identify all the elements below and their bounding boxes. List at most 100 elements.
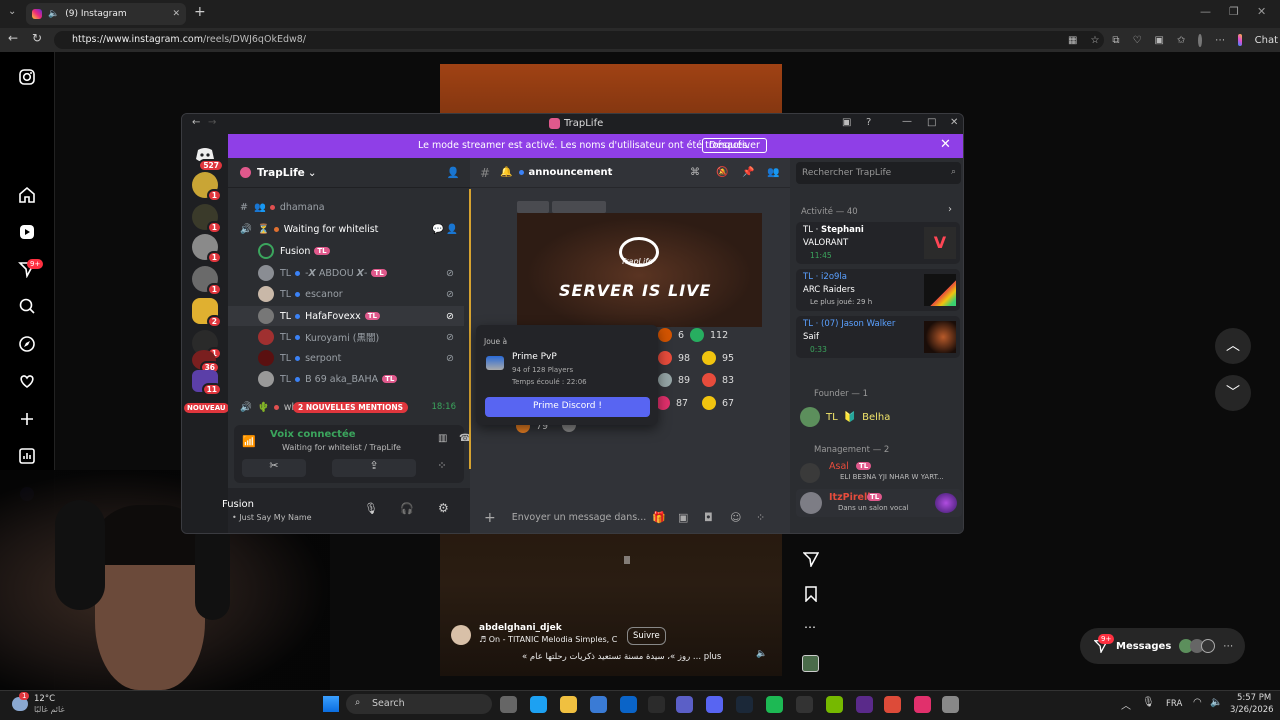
follow-button[interactable]: Suivre — [627, 627, 666, 645]
server-icon[interactable]: 1 — [192, 234, 222, 264]
reel-music[interactable]: ♬ On - TITANIC Melodia Simples, C — [479, 635, 639, 644]
steam-icon[interactable] — [736, 696, 753, 713]
xbox-icon[interactable] — [648, 696, 665, 713]
reel-user-avatar[interactable] — [451, 625, 471, 645]
voice-member[interactable]: TL serpont ⊘ — [228, 348, 464, 368]
explore-icon[interactable] — [18, 335, 36, 353]
voice-member[interactable]: TL Kuroyami (黒闇) ⊘ — [228, 327, 464, 347]
clock-time[interactable]: 5:57 PM — [1237, 693, 1271, 703]
chat-bubble-icon[interactable]: 💬 — [432, 224, 444, 235]
join-button[interactable]: Prime Discord ! — [485, 397, 650, 417]
message-composer[interactable]: + Envoyer un message dans... 🎁 ▣ ◘ ☺ ⁘ — [470, 500, 790, 533]
server-icon[interactable]: 2 — [192, 298, 222, 328]
voice-member[interactable]: TL HafaFovexx TL ⊘ — [228, 306, 464, 326]
channel-dhamana[interactable]: # 👥 dhamana — [228, 197, 464, 217]
maximize-button[interactable]: □ — [927, 117, 936, 128]
activity-card[interactable]: TL · Stephani VALORANT 11:45 V — [796, 222, 960, 264]
more-options-icon[interactable]: ⋯ — [804, 620, 816, 634]
heart-icon[interactable] — [18, 372, 36, 390]
server-icon[interactable]: 1 — [192, 266, 222, 296]
user-name[interactable]: Fusion — [222, 499, 254, 510]
search-box[interactable]: Rechercher TrapLife ⌕ — [796, 162, 961, 184]
noise-suppression-icon[interactable]: ▥ — [438, 433, 447, 444]
profile-avatar[interactable] — [1198, 33, 1203, 47]
volume-icon[interactable]: 🔈 — [1210, 697, 1222, 708]
user-status[interactable]: • Just Say My Name — [232, 513, 312, 522]
invite-people-icon[interactable]: 👤 — [447, 166, 460, 179]
sticker-icon[interactable]: ◘ — [704, 511, 713, 524]
save-bookmark-icon[interactable] — [804, 586, 818, 602]
mic-icon[interactable]: 🎙 — [1142, 697, 1155, 708]
new-mentions-pill[interactable]: 2 NOUVELLES MENTIONS — [293, 401, 409, 413]
speaker-icon[interactable]: 🔈 — [48, 9, 59, 19]
reaction[interactable]: 112 — [690, 328, 728, 342]
reload-icon[interactable]: ↻ — [32, 31, 42, 45]
url-field[interactable]: https://www.instagram.com/reels/DWJ6qOkE… — [54, 31, 1104, 49]
weather-temp[interactable]: 12°C — [34, 694, 55, 704]
add-user-icon[interactable]: 👤 — [446, 224, 458, 235]
forward-arrow-icon[interactable]: → — [208, 117, 216, 128]
disable-streamer-button[interactable]: Désactiver — [702, 138, 767, 153]
voice-member[interactable]: Fusion TL — [228, 241, 464, 261]
member-belha[interactable]: TL 🔰 Belha — [800, 406, 960, 428]
reaction[interactable]: 89 — [658, 373, 690, 387]
gift-icon[interactable]: 🎁 — [652, 511, 666, 524]
store-icon[interactable] — [590, 696, 607, 713]
restore-window-button[interactable]: ❐ — [1229, 5, 1239, 18]
clock-date[interactable]: 3/26/2026 — [1230, 705, 1274, 715]
chat-label[interactable]: Chat — [1255, 35, 1278, 46]
member-itzpirell[interactable]: ItzPirell TL Dans un salon vocal — [796, 489, 962, 517]
browser-essentials-icon[interactable]: ♡ — [1133, 35, 1142, 46]
voice-member[interactable]: TL escanor ⊘ — [228, 284, 464, 304]
screen-share-button[interactable]: ⇪ — [332, 459, 416, 477]
reaction[interactable]: 83 — [702, 373, 734, 387]
next-reel-button[interactable]: ﹀ — [1215, 375, 1251, 411]
more-menu-icon[interactable]: ⋯ — [1215, 35, 1225, 46]
settings-icon[interactable] — [942, 696, 959, 713]
server-icon[interactable]: 11 — [192, 370, 222, 396]
inbox-icon[interactable]: ▣ — [842, 117, 851, 128]
reaction[interactable]: 6 — [658, 328, 684, 342]
teams-icon[interactable] — [676, 696, 693, 713]
add-attachment-icon[interactable]: + — [484, 510, 496, 526]
new-badge[interactable]: NOUVEAU — [184, 403, 229, 413]
dashboard-icon[interactable] — [18, 447, 36, 465]
headphones-icon[interactable]: 🎧 — [400, 502, 414, 515]
voice-channel-path[interactable]: Waiting for whitelist / TrapLife — [282, 443, 401, 452]
voice-channel-waiting[interactable]: 🔊 ⏳ Waiting for whitelist 💬 👤 — [228, 219, 464, 239]
close-banner-icon[interactable]: ✕ — [940, 137, 951, 152]
settings-gear-icon[interactable]: ⚙ — [438, 501, 449, 515]
weather-desc[interactable]: غائم غالبًا — [34, 705, 65, 714]
spotify-icon[interactable] — [766, 696, 783, 713]
instagram-app-icon[interactable] — [914, 696, 931, 713]
member-asal[interactable]: Asal TL ELI BE3NA YJI NHAR W YART... — [800, 461, 960, 485]
help-icon[interactable]: ? — [866, 117, 871, 128]
copilot-icon[interactable] — [1238, 34, 1242, 46]
server-icon[interactable]: 1 — [192, 204, 222, 234]
audio-thumbnail[interactable] — [802, 655, 819, 672]
reaction[interactable]: 87 — [656, 396, 688, 410]
home-icon[interactable] — [18, 186, 36, 204]
outlook-icon[interactable] — [620, 696, 637, 713]
close-window-button[interactable]: ✕ — [1257, 5, 1266, 18]
reaction[interactable]: 95 — [702, 351, 734, 365]
reel-username[interactable]: abdelghani_djek — [479, 623, 562, 633]
tab-list-chevron-icon[interactable]: ⌄ — [8, 6, 16, 17]
reaction[interactable]: 67 — [702, 396, 734, 410]
reaction[interactable]: 98 — [658, 351, 690, 365]
voice-member[interactable]: TL B 69 aka_BAHA TL — [228, 369, 464, 389]
prev-reel-button[interactable]: ︿ — [1215, 328, 1251, 364]
activities-button[interactable]: ⁘ — [424, 459, 460, 477]
nvidia-icon[interactable] — [826, 696, 843, 713]
new-tab-button[interactable]: + — [194, 4, 206, 20]
reels-icon[interactable] — [18, 223, 36, 241]
microphone-icon[interactable]: 🎙 — [364, 502, 378, 515]
start-button[interactable] — [323, 696, 339, 712]
task-view-icon[interactable] — [500, 696, 517, 713]
apps-icon[interactable]: ⁘ — [756, 511, 765, 524]
language-indicator[interactable]: FRA — [1166, 699, 1182, 709]
extensions-icon[interactable]: ⧉ — [1112, 35, 1119, 46]
favorite-star-icon[interactable]: ☆ — [1090, 35, 1099, 46]
tray-chevron-icon[interactable]: ︿ — [1121, 697, 1131, 712]
minimize-button[interactable]: — — [902, 116, 912, 127]
